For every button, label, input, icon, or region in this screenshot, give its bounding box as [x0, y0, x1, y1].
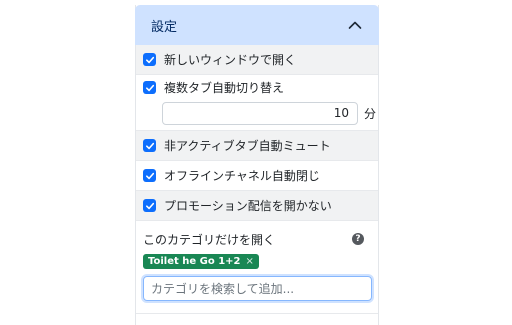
panel-divider	[136, 313, 378, 314]
check-icon	[145, 142, 154, 149]
auto-switch-minutes-input[interactable]: 10	[162, 102, 358, 125]
minutes-unit-label: 分	[364, 107, 377, 121]
category-filter-section: このカテゴリだけを開く ? Toilet he Go 1+2 × カテゴリを検索…	[136, 221, 378, 301]
panel-title: 設定	[151, 19, 178, 35]
check-icon	[145, 202, 154, 209]
new-window-label: 新しいウィンドウで開く	[164, 53, 297, 67]
option-new-window: 新しいウィンドウで開く	[136, 45, 378, 75]
category-search-input[interactable]: カテゴリを検索して追加...	[143, 276, 372, 301]
remove-tag-icon[interactable]: ×	[246, 256, 254, 267]
auto-switch-checkbox[interactable]	[143, 81, 156, 94]
check-icon	[145, 56, 154, 63]
check-icon	[145, 172, 154, 179]
new-window-checkbox[interactable]	[143, 53, 156, 66]
category-tag-label: Toilet he Go 1+2	[148, 256, 241, 267]
auto-close-offline-checkbox[interactable]	[143, 169, 156, 182]
category-tag: Toilet he Go 1+2 ×	[143, 254, 259, 269]
chevron-up-icon[interactable]	[347, 17, 363, 33]
auto-switch-label: 複数タブ自動切り替え	[164, 81, 285, 95]
option-auto-switch: 複数タブ自動切り替え 10 分	[136, 75, 378, 131]
option-auto-close-offline: オフラインチャネル自動閉じ	[136, 161, 378, 191]
auto-close-offline-label: オフラインチャネル自動閉じ	[164, 169, 320, 183]
category-filter-label: このカテゴリだけを開く	[143, 232, 276, 247]
question-circle-icon[interactable]: ?	[352, 233, 364, 245]
check-icon	[145, 84, 154, 91]
auto-mute-checkbox[interactable]	[143, 139, 156, 152]
settings-header[interactable]: 設定	[135, 5, 379, 45]
auto-mute-label: 非アクティブタブ自動ミュート	[164, 139, 331, 153]
settings-panel: 設定 新しいウィンドウで開く 複数タブ自動切り替え 10 分 非アクティブタブ自…	[135, 5, 379, 325]
option-no-promo: プロモーション配信を開かない	[136, 191, 378, 221]
no-promo-checkbox[interactable]	[143, 199, 156, 212]
no-promo-label: プロモーション配信を開かない	[164, 199, 332, 213]
option-auto-mute: 非アクティブタブ自動ミュート	[136, 131, 378, 161]
